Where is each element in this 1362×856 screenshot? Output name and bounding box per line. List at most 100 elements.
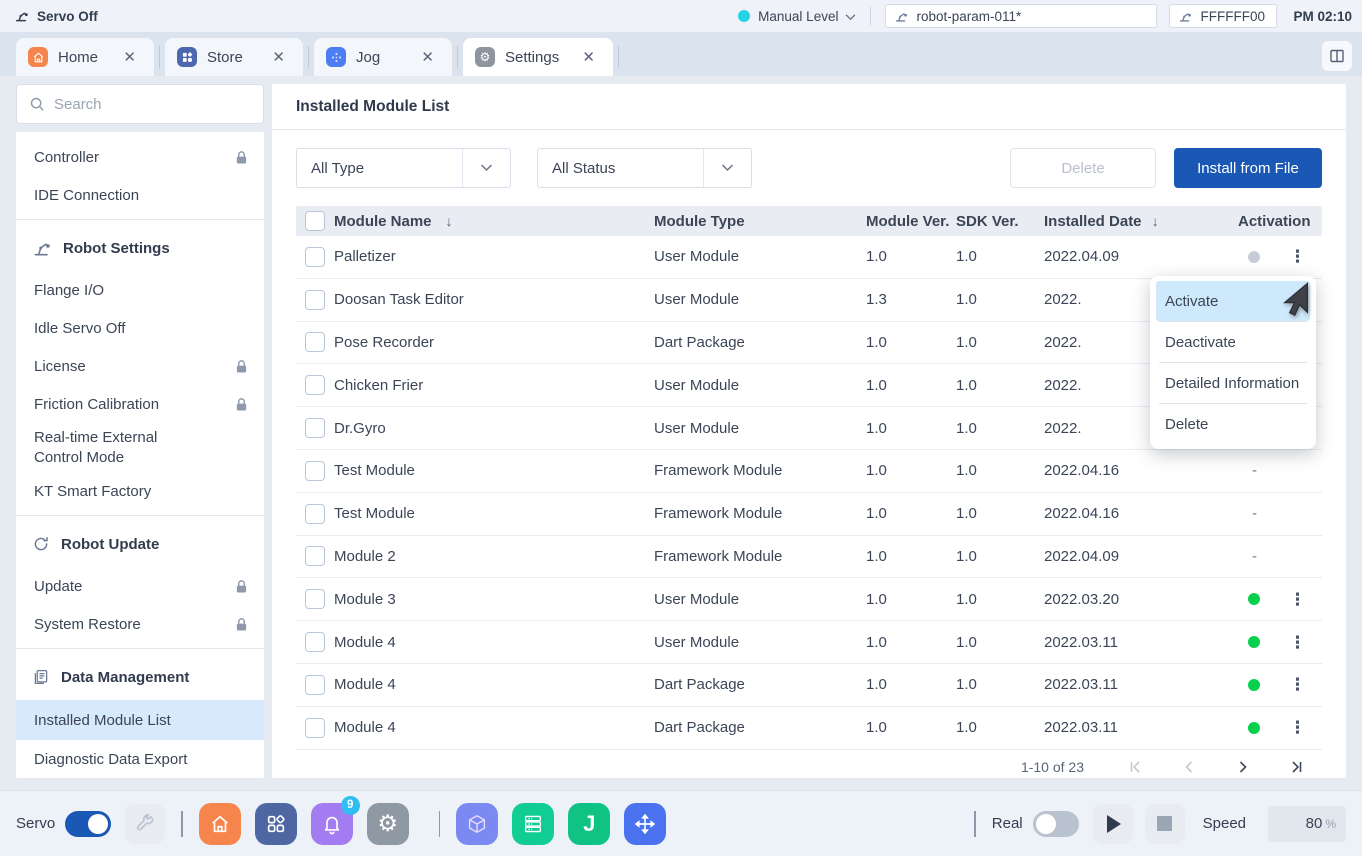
column-activation[interactable]: Activation	[1226, 213, 1322, 230]
speed-value-box[interactable]: 80 %	[1268, 806, 1346, 842]
sidebar-item-ide-connection[interactable]: IDE Connection	[16, 176, 264, 214]
row-checkbox[interactable]	[305, 290, 325, 310]
row-checkbox[interactable]	[305, 718, 325, 738]
row-checkbox[interactable]	[305, 461, 325, 481]
delete-button[interactable]: Delete	[1010, 148, 1156, 188]
table-row: Module 2 Framework Module 1.0 1.0 2022.0…	[296, 536, 1322, 579]
row-checkbox[interactable]	[305, 332, 325, 352]
menu-item-detailed-information[interactable]: Detailed Information	[1156, 363, 1310, 403]
tab-jog[interactable]: Jog ✕	[314, 38, 452, 76]
sidebar-item-idle-servo-off[interactable]: Idle Servo Off	[16, 309, 264, 347]
next-page-icon[interactable]	[1234, 758, 1252, 776]
lock-icon	[235, 397, 248, 412]
table-row: Module 4 Dart Package 1.0 1.0 2022.03.11…	[296, 707, 1322, 750]
kebab-menu-icon[interactable]: ⋮	[1289, 634, 1306, 651]
kebab-menu-icon[interactable]: ⋮	[1289, 719, 1306, 736]
sidebar-item-update[interactable]: Update	[16, 567, 264, 605]
sidebar-item-kt-smart-factory[interactable]: KT Smart Factory	[16, 472, 264, 510]
search-input[interactable]	[54, 96, 251, 113]
move-button[interactable]	[624, 803, 666, 845]
split-view-button[interactable]	[1322, 41, 1352, 71]
servo-toggle[interactable]	[65, 811, 111, 837]
real-toggle[interactable]	[1033, 811, 1079, 837]
activation-cell: ⋮	[1226, 248, 1322, 265]
sidebar-section-robot-update: Robot Update	[16, 521, 264, 567]
close-icon[interactable]: ✕	[117, 48, 142, 67]
first-page-icon[interactable]	[1126, 758, 1144, 776]
activation-none-dash: -	[1252, 548, 1257, 565]
column-installed-date[interactable]: Installed Date	[1044, 213, 1142, 230]
status-filter-select[interactable]: All Status	[537, 148, 752, 188]
sidebar-item-license[interactable]: License	[16, 347, 264, 385]
clock: PM 02:10	[1293, 9, 1352, 24]
apps-button[interactable]	[255, 803, 297, 845]
play-button[interactable]	[1093, 804, 1133, 844]
row-checkbox[interactable]	[305, 375, 325, 395]
module-name-cell: Module 2	[334, 548, 654, 565]
workcell-button[interactable]	[456, 803, 498, 845]
modules-button[interactable]	[512, 803, 554, 845]
tab-store[interactable]: Store ✕	[165, 38, 303, 76]
lock-icon	[235, 579, 248, 594]
module-version-cell: 1.0	[866, 548, 956, 565]
activation-cell: - ⋮	[1226, 548, 1322, 565]
sdk-version-cell: 1.0	[956, 291, 1044, 308]
sidebar-item-controller[interactable]: Controller	[16, 138, 264, 176]
close-icon[interactable]: ✕	[415, 48, 440, 67]
column-module-ver[interactable]: Module Ver.	[866, 213, 956, 230]
select-all-checkbox[interactable]	[305, 211, 325, 231]
module-version-cell: 1.0	[866, 248, 956, 265]
robot-param-field[interactable]: robot-param-011*	[885, 4, 1157, 28]
notifications-button[interactable]: 9	[311, 803, 353, 845]
sidebar-item-realtime-external-control[interactable]: Real-time External Control Mode	[16, 423, 216, 472]
sort-desc-icon[interactable]: ↓	[446, 213, 453, 229]
row-checkbox[interactable]	[305, 546, 325, 566]
last-page-icon[interactable]	[1288, 758, 1306, 776]
sidebar-search[interactable]	[16, 84, 264, 124]
row-checkbox[interactable]	[305, 675, 325, 695]
row-checkbox[interactable]	[305, 589, 325, 609]
close-icon[interactable]: ✕	[266, 48, 291, 67]
sidebar-item-installed-module-list[interactable]: Installed Module List	[16, 700, 264, 740]
installed-date-cell: 2022.03.11	[1044, 634, 1226, 651]
sidebar-item-system-restore[interactable]: System Restore	[16, 605, 264, 643]
row-checkbox[interactable]	[305, 418, 325, 438]
kebab-menu-icon[interactable]: ⋮	[1289, 248, 1306, 265]
kebab-menu-icon[interactable]: ⋮	[1289, 591, 1306, 608]
jog-icon	[326, 47, 346, 67]
robot-id-field[interactable]: FFFFFF00	[1169, 4, 1277, 28]
mode-label[interactable]: Manual Level	[758, 9, 838, 24]
row-checkbox[interactable]	[305, 247, 325, 267]
settings-button[interactable]: ⚙	[367, 803, 409, 845]
tab-label: Home	[58, 49, 98, 66]
menu-item-delete[interactable]: Delete	[1156, 404, 1310, 444]
column-module-name[interactable]: Module Name	[334, 213, 432, 230]
tab-home[interactable]: Home ✕	[16, 38, 154, 76]
sort-desc-icon[interactable]: ↓	[1152, 213, 1159, 229]
activation-cell: ⋮	[1226, 676, 1322, 693]
speed-unit: %	[1325, 817, 1336, 831]
chevron-down-icon[interactable]	[845, 14, 856, 21]
previous-page-icon[interactable]	[1180, 758, 1198, 776]
column-module-type[interactable]: Module Type	[654, 213, 866, 230]
column-sdk-ver[interactable]: SDK Ver.	[956, 213, 1044, 230]
row-checkbox[interactable]	[305, 504, 325, 524]
jog-shortcut-button[interactable]: J	[568, 803, 610, 845]
settings-sidebar: Controller IDE Connection Robot Settings…	[16, 84, 264, 778]
sidebar-item-friction-calibration[interactable]: Friction Calibration	[16, 385, 264, 423]
home-button[interactable]	[199, 803, 241, 845]
activation-dot	[1248, 679, 1260, 691]
install-from-file-button[interactable]: Install from File	[1174, 148, 1322, 188]
menu-item-deactivate[interactable]: Deactivate	[1156, 322, 1310, 362]
stop-button[interactable]	[1145, 804, 1185, 844]
row-checkbox[interactable]	[305, 632, 325, 652]
refresh-icon	[32, 535, 50, 553]
close-icon[interactable]: ✕	[576, 48, 601, 67]
sidebar-item-diagnostic-data-export[interactable]: Diagnostic Data Export	[16, 740, 264, 778]
sdk-version-cell: 1.0	[956, 248, 1044, 265]
kebab-menu-icon[interactable]: ⋮	[1289, 676, 1306, 693]
sidebar-item-flange-io[interactable]: Flange I/O	[16, 271, 264, 309]
tool-wrench-button[interactable]	[125, 804, 165, 844]
type-filter-select[interactable]: All Type	[296, 148, 511, 188]
tab-settings[interactable]: ⚙ Settings ✕	[463, 38, 613, 76]
